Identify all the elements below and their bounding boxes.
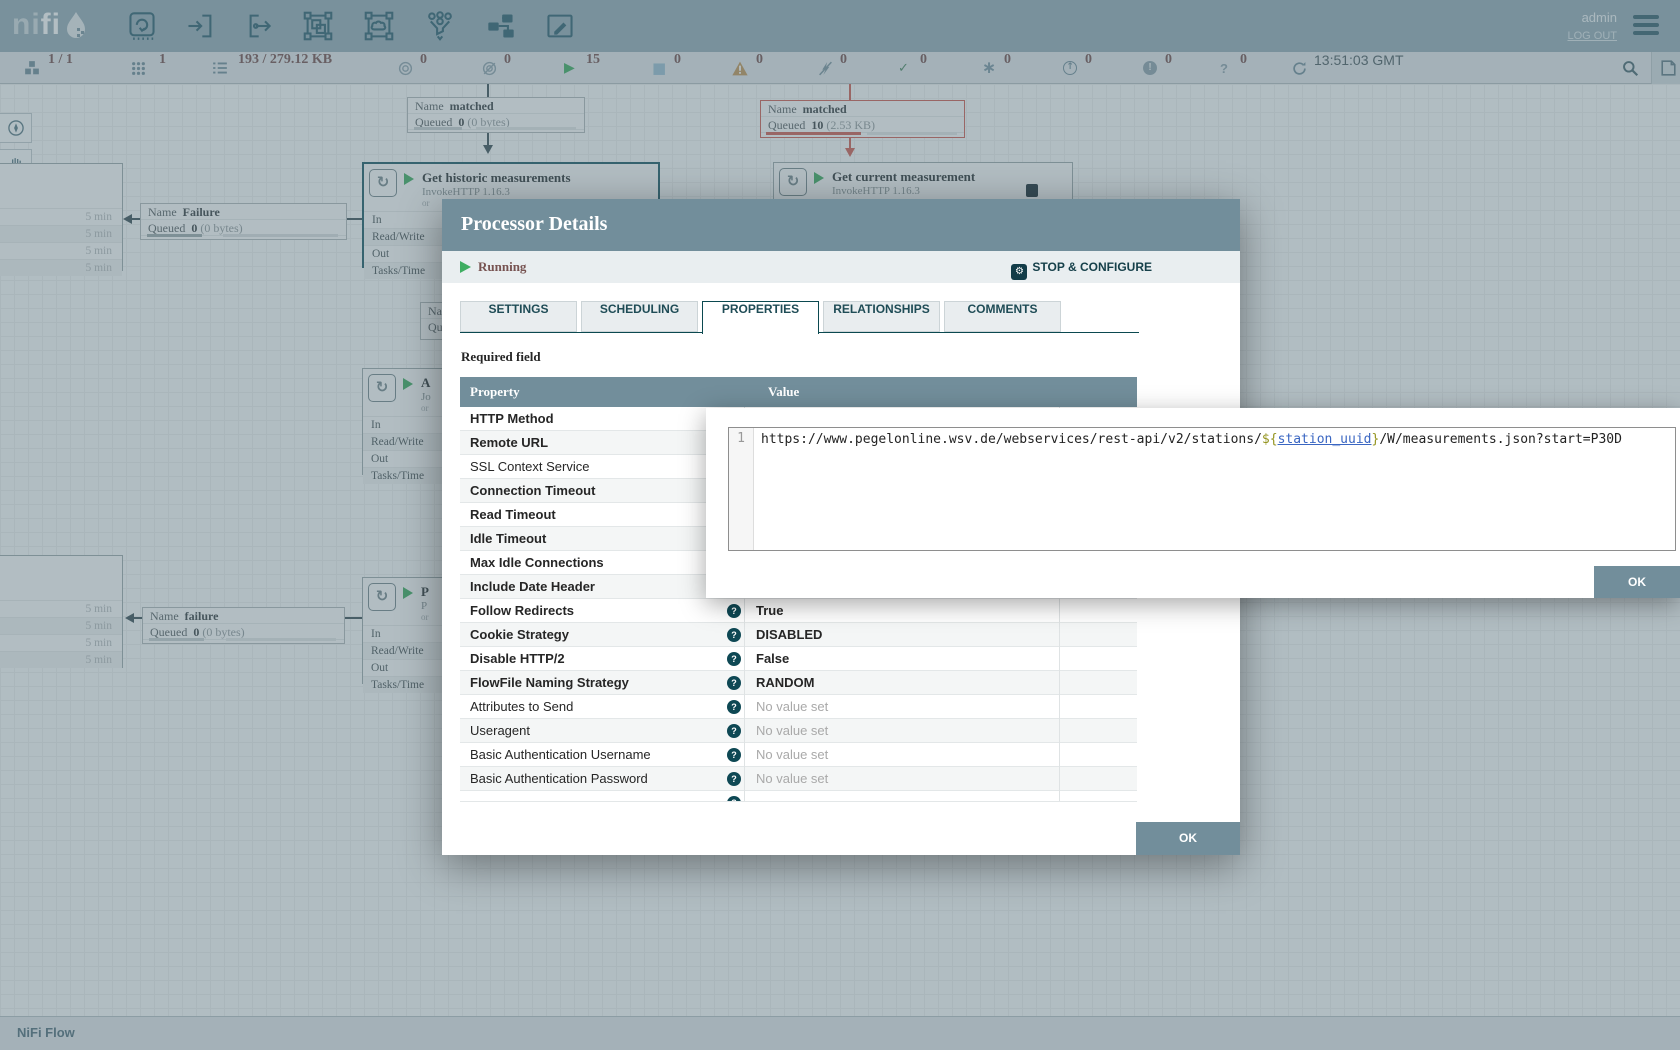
table-row[interactable]: Attributes to Send?No value set [460,695,1137,719]
dialog-status-row: Running ⚙STOP & CONFIGURE [442,251,1240,283]
help-icon[interactable]: ? [727,772,741,786]
expression-open-brace: ${ [1262,432,1278,447]
value-editor: 1 https://www.pegelonline.wsv.de/webserv… [728,427,1676,551]
running-status-label: Running [478,259,526,275]
remote-url-value-input[interactable]: https://www.pegelonline.wsv.de/webservic… [761,432,1671,447]
tab-comments[interactable]: COMMENTS [944,301,1061,332]
help-icon[interactable]: ? [727,700,741,714]
table-row[interactable]: Disable HTTP/2?False [460,647,1137,671]
stop-and-configure-button[interactable]: ⚙STOP & CONFIGURE [1011,258,1152,276]
tab-scheduling[interactable]: SCHEDULING [581,301,698,332]
stop-configure-gear-icon: ⚙ [1011,264,1027,280]
required-field-note: Required field [461,349,541,365]
value-column-header: Value [768,377,799,407]
table-row[interactable]: Follow Redirects?True [460,599,1137,623]
tab-relationships[interactable]: RELATIONSHIPS [823,301,940,332]
running-status-icon [460,261,471,273]
editor-ok-button[interactable]: OK [1594,566,1680,598]
table-row[interactable]: Basic Authentication Password?No value s… [460,767,1137,791]
help-icon[interactable]: ? [727,628,741,642]
dialog-ok-button[interactable]: OK [1136,822,1240,855]
help-icon[interactable]: ? [727,652,741,666]
table-row[interactable]: Basic Authentication Username?No value s… [460,743,1137,767]
help-icon[interactable]: ? [727,604,741,618]
nifi-app: nifi admin LOG OUT 1 / 1 1 193 / 279.12 … [0,0,1680,1050]
dialog-title: Processor Details [461,213,607,236]
table-row-partial[interactable]: ? [460,791,1137,802]
tab-properties[interactable]: PROPERTIES [702,301,819,334]
tab-settings[interactable]: SETTINGS [460,301,577,332]
dialog-header: Processor Details [442,199,1240,251]
expression-variable: station_uuid [1278,432,1372,447]
help-icon[interactable]: ? [727,676,741,690]
help-icon[interactable]: ? [727,724,741,738]
table-header: Property Value [460,377,1137,407]
table-row[interactable]: Useragent?No value set [460,719,1137,743]
editor-line-number-gutter: 1 [729,428,754,550]
property-column-header: Property [470,377,520,407]
help-icon[interactable]: ? [727,748,741,762]
table-row[interactable]: Cookie Strategy?DISABLED [460,623,1137,647]
table-row[interactable]: FlowFile Naming Strategy?RANDOM [460,671,1137,695]
property-value-editor-popup: 1 https://www.pegelonline.wsv.de/webserv… [706,408,1680,598]
